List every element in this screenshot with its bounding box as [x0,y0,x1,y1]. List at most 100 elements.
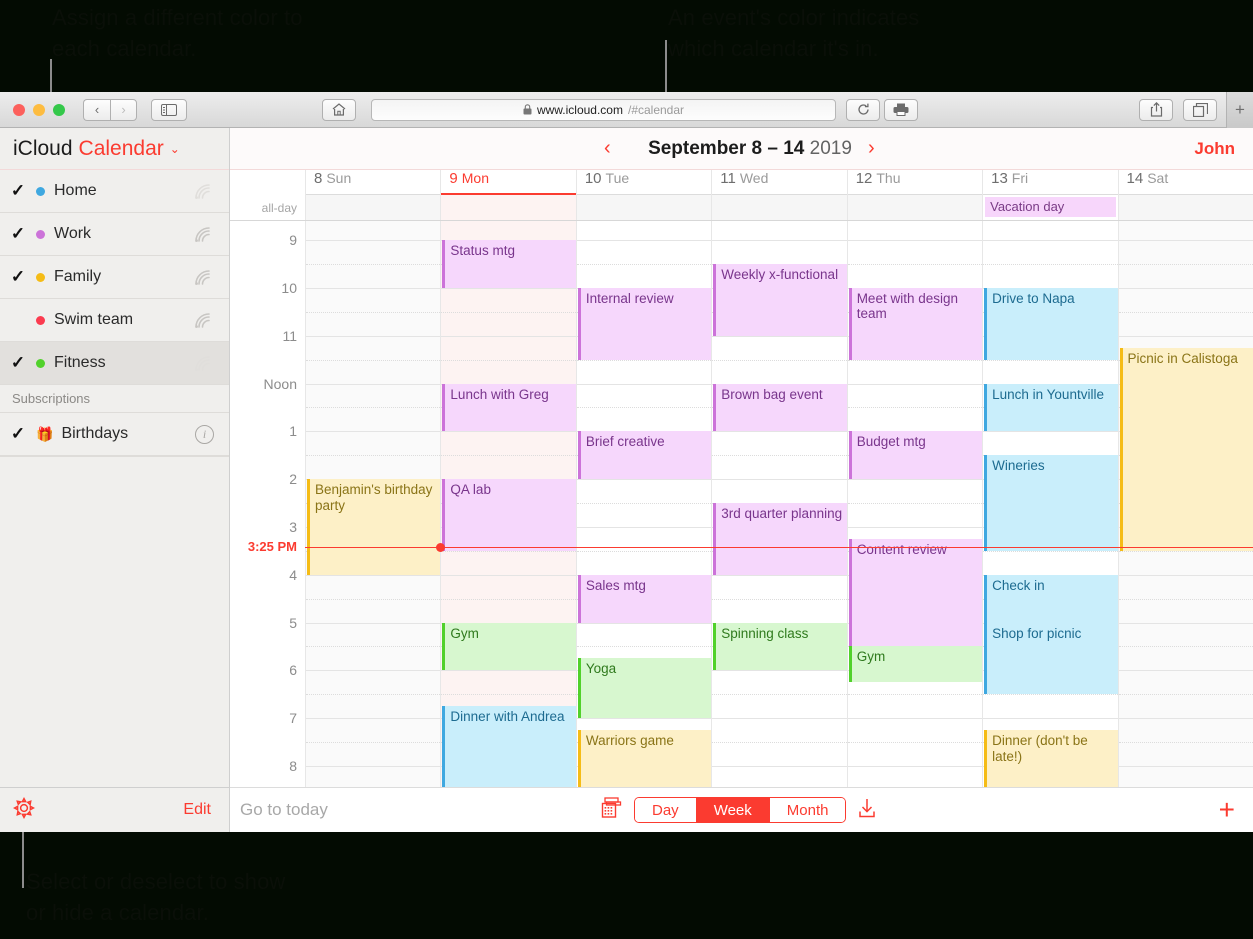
back-icon[interactable]: ‹ [83,98,110,121]
day-header-wed[interactable]: 11 Wed [711,170,848,195]
print-icon[interactable] [884,98,918,121]
day-column-wed[interactable]: Weekly x-functional Brown bag event 3rd qu… [711,221,847,787]
day-header-tue[interactable]: 10 Tue [575,170,712,195]
calendar-checkbox[interactable]: ✓ [0,181,36,201]
next-week-button[interactable]: › [868,137,875,160]
calendar-event[interactable]: Dinner (don't be late!) [984,730,1118,787]
all-day-event[interactable]: Vacation day [985,197,1116,217]
calendar-event[interactable]: QA lab [442,479,576,551]
share-icon[interactable] [1139,98,1173,121]
subscription-row-birthdays[interactable]: ✓ 🎁 Birthdays i [0,413,229,456]
goto-today-input[interactable]: Go to today [240,800,328,820]
gear-icon[interactable] [13,796,35,824]
calendar-checkbox[interactable]: ✓ [0,353,36,373]
home-icon[interactable] [322,98,356,121]
share-calendar-icon[interactable] [193,182,213,200]
day-column-sun[interactable]: Benjamin's birthday party [305,221,441,787]
app-brand[interactable]: iCloud Calendar ⌄ [0,128,229,170]
window-controls[interactable] [13,103,65,116]
day-header-thu[interactable]: 12 Thu [846,170,983,195]
calendar-row-fitness[interactable]: ✓ Fitness [0,342,229,385]
calendar-event[interactable]: Check in [984,574,1118,623]
calendar-row-swim-team[interactable]: Swim team [0,299,229,342]
calendar-color-dot[interactable] [36,315,45,325]
edit-button[interactable]: Edit [183,801,211,819]
reload-icon[interactable] [846,98,880,121]
all-day-cell-sat[interactable] [1117,195,1253,220]
all-day-cell-thu[interactable] [846,195,983,220]
maximize-window-button[interactable] [53,103,65,116]
day-column-tue[interactable]: Internal review Brief creative Sales mtg Yo… [575,221,712,787]
all-day-cell-fri[interactable]: Vacation day [982,195,1118,220]
calendar-event[interactable]: Internal review [577,287,712,360]
all-day-cell-tue[interactable] [575,195,712,220]
calendar-row-home[interactable]: ✓ Home [0,170,229,213]
calendar-event[interactable]: Brown bag event [713,383,847,432]
day-header-mon[interactable]: 9 Mon [440,170,577,195]
calendar-event[interactable]: Benjamin's birthday party [307,479,441,575]
minimize-window-button[interactable] [33,103,45,116]
share-calendar-icon[interactable] [193,354,213,372]
all-day-cell-wed[interactable] [711,195,847,220]
view-switcher[interactable]: Day Week Month [634,797,847,823]
calendar-event[interactable]: Sales mtg [577,574,712,623]
day-header-sat[interactable]: 14 Sat [1117,170,1253,195]
day-column-fri[interactable]: Drive to Napa Lunch in Yountville Wineries… [982,221,1118,787]
calendar-event[interactable]: Drive to Napa [984,287,1118,360]
all-day-cell-sun[interactable] [305,195,441,220]
calendar-event[interactable]: Picnic in Calistoga [1119,347,1253,551]
calendar-event[interactable]: Yoga [577,658,712,719]
view-option-week[interactable]: Week [696,798,770,822]
day-header-sun[interactable]: 8 Sun [305,170,441,195]
previous-week-button[interactable]: ‹ [604,137,611,160]
view-option-day[interactable]: Day [635,798,697,822]
tabs-icon[interactable] [1183,98,1217,121]
calendar-event[interactable]: Warriors game [577,730,712,787]
day-column-mon[interactable]: Status mtg Lunch with Greg QA lab Gym Dinner… [440,221,576,787]
mini-calendar-icon[interactable] [600,796,622,824]
calendar-event[interactable]: 3rd quarter planning [713,503,847,575]
calendar-event[interactable]: Brief creative [577,431,712,480]
download-icon[interactable] [856,797,878,824]
calendar-row-work[interactable]: ✓ Work [0,213,229,256]
calendar-event[interactable]: Meet with design team [848,287,983,360]
day-column-thu[interactable]: Meet with design team Budget mtg Content r… [846,221,983,787]
calendar-row-family[interactable]: ✓ Family [0,256,229,299]
subscription-checkbox[interactable]: ✓ [0,424,36,444]
sidebar-icon[interactable] [151,98,187,121]
calendar-event[interactable]: Weekly x-functional [713,264,847,336]
add-event-button[interactable]: + [1219,796,1235,824]
address-bar[interactable]: www.icloud.com /#calendar [371,98,836,121]
chevron-down-icon[interactable]: ⌄ [170,142,180,156]
calendar-event[interactable]: Wineries [984,455,1118,551]
calendar-event[interactable]: Gym [442,622,576,671]
calendar-event[interactable]: Content review [848,538,983,647]
calendar-color-dot[interactable] [36,229,45,239]
share-calendar-icon[interactable] [193,268,213,286]
calendar-event[interactable]: Status mtg [442,240,576,288]
calendar-color-dot[interactable] [36,186,45,196]
share-calendar-icon[interactable] [193,225,213,243]
day-header-fri[interactable]: 13 Fri [982,170,1118,195]
calendar-color-dot[interactable] [36,272,45,282]
view-option-month[interactable]: Month [769,798,846,822]
calendar-checkbox[interactable]: ✓ [0,267,36,287]
calendar-event[interactable]: Spinning class [713,622,847,671]
forward-icon[interactable]: › [110,98,137,121]
info-icon[interactable]: i [195,424,214,444]
all-day-cell-mon[interactable] [440,195,576,220]
calendar-event[interactable]: Lunch with Greg [442,383,576,432]
calendar-event[interactable]: Gym [848,646,983,683]
account-name[interactable]: John [1194,139,1235,159]
new-tab-button[interactable]: + [1226,92,1253,128]
calendar-event[interactable]: Lunch in Yountville [984,383,1118,432]
calendar-checkbox[interactable]: ✓ [0,224,36,244]
calendar-event[interactable]: Budget mtg [848,431,983,480]
calendar-event[interactable]: Shop for picnic [984,622,1118,695]
close-window-button[interactable] [13,103,25,116]
calendar-color-dot[interactable] [36,358,45,368]
calendar-event[interactable]: Dinner with Andrea [442,706,576,787]
share-calendar-icon[interactable] [193,311,213,329]
day-column-sat[interactable]: Picnic in Calistoga [1117,221,1253,787]
half-hour-gridline [1118,550,1253,552]
